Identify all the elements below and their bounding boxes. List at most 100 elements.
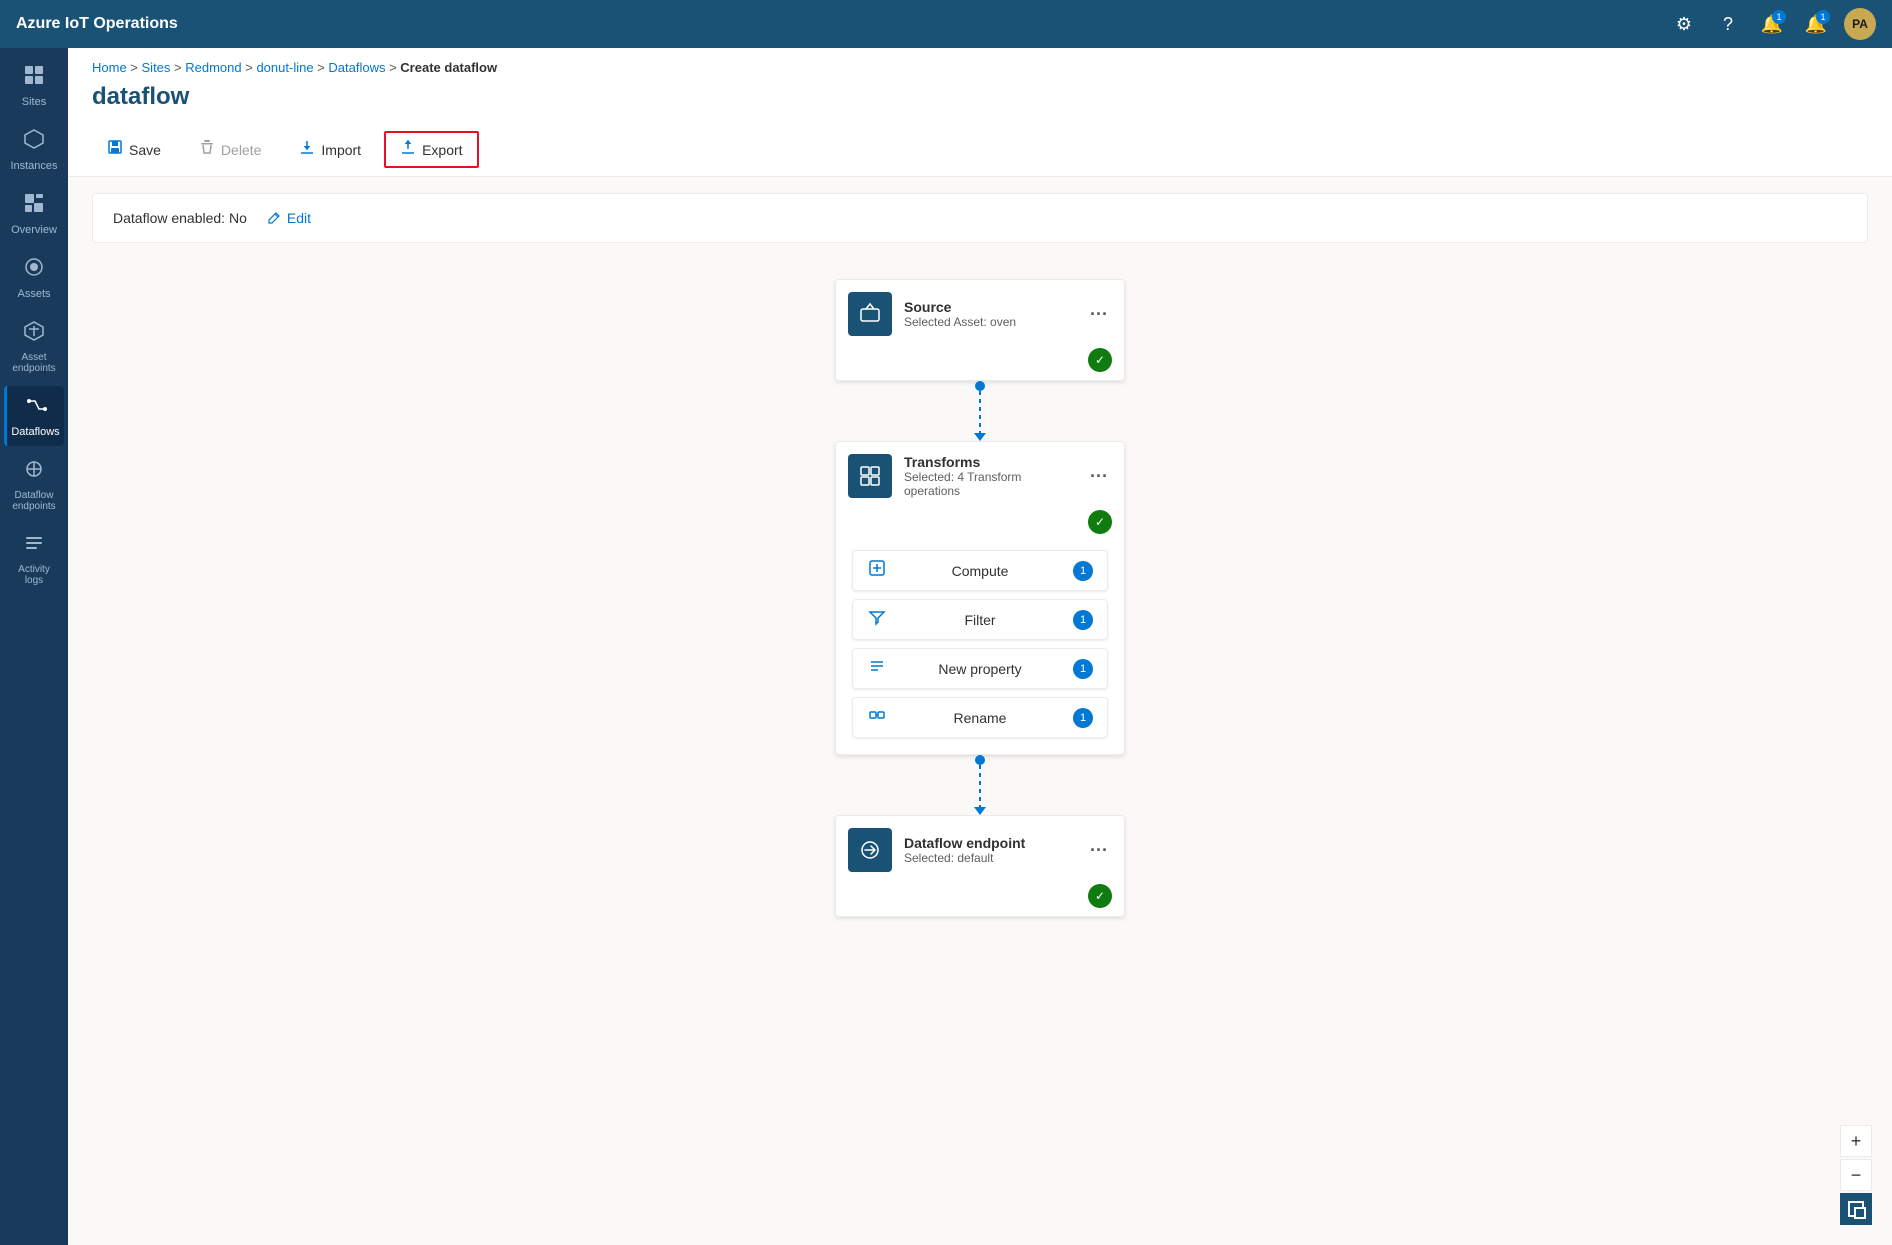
save-icon: [107, 139, 123, 160]
compute-op-button[interactable]: Compute 1: [852, 550, 1108, 591]
connector-2: [974, 755, 986, 815]
export-button[interactable]: Export: [384, 131, 478, 168]
dataflow-endpoint-node-header: Dataflow endpoint Selected: default ···: [836, 816, 1124, 884]
notification-icon-1[interactable]: 🔔 1: [1756, 8, 1788, 40]
sidebar-label-dataflows: Dataflows: [11, 426, 59, 438]
rename-icon: [867, 706, 887, 729]
filter-op-button[interactable]: Filter 1: [852, 599, 1108, 640]
breadcrumb-sites[interactable]: Sites: [142, 60, 171, 75]
page-title: dataflow: [68, 79, 1892, 123]
sidebar-label-overview: Overview: [11, 224, 57, 236]
source-node-subtitle: Selected Asset: oven: [904, 315, 1074, 329]
save-label: Save: [129, 142, 161, 158]
sidebar-item-assets[interactable]: Assets: [4, 248, 64, 308]
dataflow-endpoint-check: ✓: [1088, 884, 1112, 908]
delete-icon: [199, 139, 215, 160]
transforms-node-icon: [848, 454, 892, 498]
help-icon[interactable]: ?: [1712, 8, 1744, 40]
breadcrumb-home[interactable]: Home: [92, 60, 127, 75]
breadcrumb-redmond[interactable]: Redmond: [185, 60, 241, 75]
activity-logs-icon: [23, 532, 45, 560]
connector-arrow-2: [974, 807, 986, 815]
asset-endpoints-icon: [23, 320, 45, 348]
transforms-node-title: Transforms: [904, 454, 1074, 470]
edit-label: Edit: [287, 210, 311, 226]
rename-op-button[interactable]: Rename 1: [852, 697, 1108, 738]
sidebar-item-dataflows[interactable]: Dataflows: [4, 386, 64, 446]
connector-dot-2: [975, 755, 985, 765]
flow-canvas: Source Selected Asset: oven ··· ✓: [92, 259, 1868, 937]
source-node-title: Source: [904, 299, 1074, 315]
filter-icon: [867, 608, 887, 631]
export-label: Export: [422, 142, 462, 158]
transforms-node-check: ✓: [1088, 510, 1112, 534]
content-area: Home > Sites > Redmond > donut-line > Da…: [68, 48, 1892, 1245]
save-button[interactable]: Save: [92, 132, 176, 167]
sidebar-label-instances: Instances: [10, 160, 57, 172]
source-node-icon: [848, 292, 892, 336]
sidebar-item-sites[interactable]: Sites: [4, 56, 64, 116]
sidebar: Sites Instances Overview Assets Asset en…: [0, 48, 68, 1245]
connector-dot-1: [975, 381, 985, 391]
sidebar-item-instances[interactable]: Instances: [4, 120, 64, 180]
connector-line-1: [979, 391, 981, 433]
new-property-icon: [867, 657, 887, 680]
connector-1: [974, 381, 986, 441]
breadcrumb-current: Create dataflow: [400, 60, 497, 75]
delete-button[interactable]: Delete: [184, 132, 276, 167]
zoom-out-button[interactable]: −: [1840, 1159, 1872, 1191]
zoom-in-button[interactable]: +: [1840, 1125, 1872, 1157]
breadcrumb: Home > Sites > Redmond > donut-line > Da…: [68, 48, 1892, 79]
source-node-header: Source Selected Asset: oven ···: [836, 280, 1124, 348]
breadcrumb-donut-line[interactable]: donut-line: [256, 60, 313, 75]
sidebar-label-dataflow-endpoints: Dataflow endpoints: [8, 490, 60, 512]
import-label: Import: [321, 142, 361, 158]
dataflow-endpoint-node-menu[interactable]: ···: [1086, 836, 1112, 865]
sidebar-label-asset-endpoints: Asset endpoints: [8, 352, 60, 374]
breadcrumb-dataflows[interactable]: Dataflows: [328, 60, 385, 75]
source-node[interactable]: Source Selected Asset: oven ··· ✓: [835, 279, 1125, 381]
sidebar-label-sites: Sites: [22, 96, 46, 108]
transforms-node-header: Transforms Selected: 4 Transform operati…: [836, 442, 1124, 510]
avatar[interactable]: PA: [1844, 8, 1876, 40]
dataflow-status: Dataflow enabled: No: [113, 210, 247, 226]
toolbar: Save Delete Import Export: [68, 123, 1892, 177]
notification-icon-2[interactable]: 🔔 1: [1800, 8, 1832, 40]
dataflow-endpoint-title: Dataflow endpoint: [904, 835, 1074, 851]
filter-badge: 1: [1073, 610, 1093, 630]
sidebar-item-asset-endpoints[interactable]: Asset endpoints: [4, 312, 64, 382]
source-node-menu[interactable]: ···: [1086, 300, 1112, 329]
dataflow-endpoints-icon: [23, 458, 45, 486]
filter-label: Filter: [897, 612, 1063, 628]
source-node-check: ✓: [1088, 348, 1112, 372]
compute-label: Compute: [897, 563, 1063, 579]
sites-icon: [23, 64, 45, 92]
sidebar-item-overview[interactable]: Overview: [4, 184, 64, 244]
zoom-fit-icon: [1848, 1201, 1864, 1217]
import-icon: [299, 139, 315, 160]
dataflows-icon: [25, 394, 47, 422]
top-bar-icons: ⚙ ? 🔔 1 🔔 1 PA: [1668, 8, 1876, 40]
sidebar-item-activity-logs[interactable]: Activity logs: [4, 524, 64, 594]
compute-badge: 1: [1073, 561, 1093, 581]
dataflow-endpoint-subtitle: Selected: default: [904, 851, 1074, 865]
overview-icon: [23, 192, 45, 220]
transforms-node-menu[interactable]: ···: [1086, 462, 1112, 491]
settings-icon[interactable]: ⚙: [1668, 8, 1700, 40]
zoom-controls: + −: [1840, 1125, 1872, 1225]
notification-badge-1: 1: [1772, 10, 1786, 24]
compute-icon: [867, 559, 887, 582]
sidebar-label-assets: Assets: [17, 288, 50, 300]
instances-icon: [23, 128, 45, 156]
edit-button[interactable]: Edit: [259, 206, 319, 230]
sidebar-item-dataflow-endpoints[interactable]: Dataflow endpoints: [4, 450, 64, 520]
export-icon: [400, 139, 416, 160]
connector-arrow-1: [974, 433, 986, 441]
transforms-node-subtitle: Selected: 4 Transform operations: [904, 470, 1074, 498]
new-property-op-button[interactable]: New property 1: [852, 648, 1108, 689]
zoom-fit-button[interactable]: [1840, 1193, 1872, 1225]
transforms-node[interactable]: Transforms Selected: 4 Transform operati…: [835, 441, 1125, 755]
sidebar-label-activity-logs: Activity logs: [8, 564, 60, 586]
dataflow-endpoint-node[interactable]: Dataflow endpoint Selected: default ··· …: [835, 815, 1125, 917]
import-button[interactable]: Import: [284, 132, 376, 167]
